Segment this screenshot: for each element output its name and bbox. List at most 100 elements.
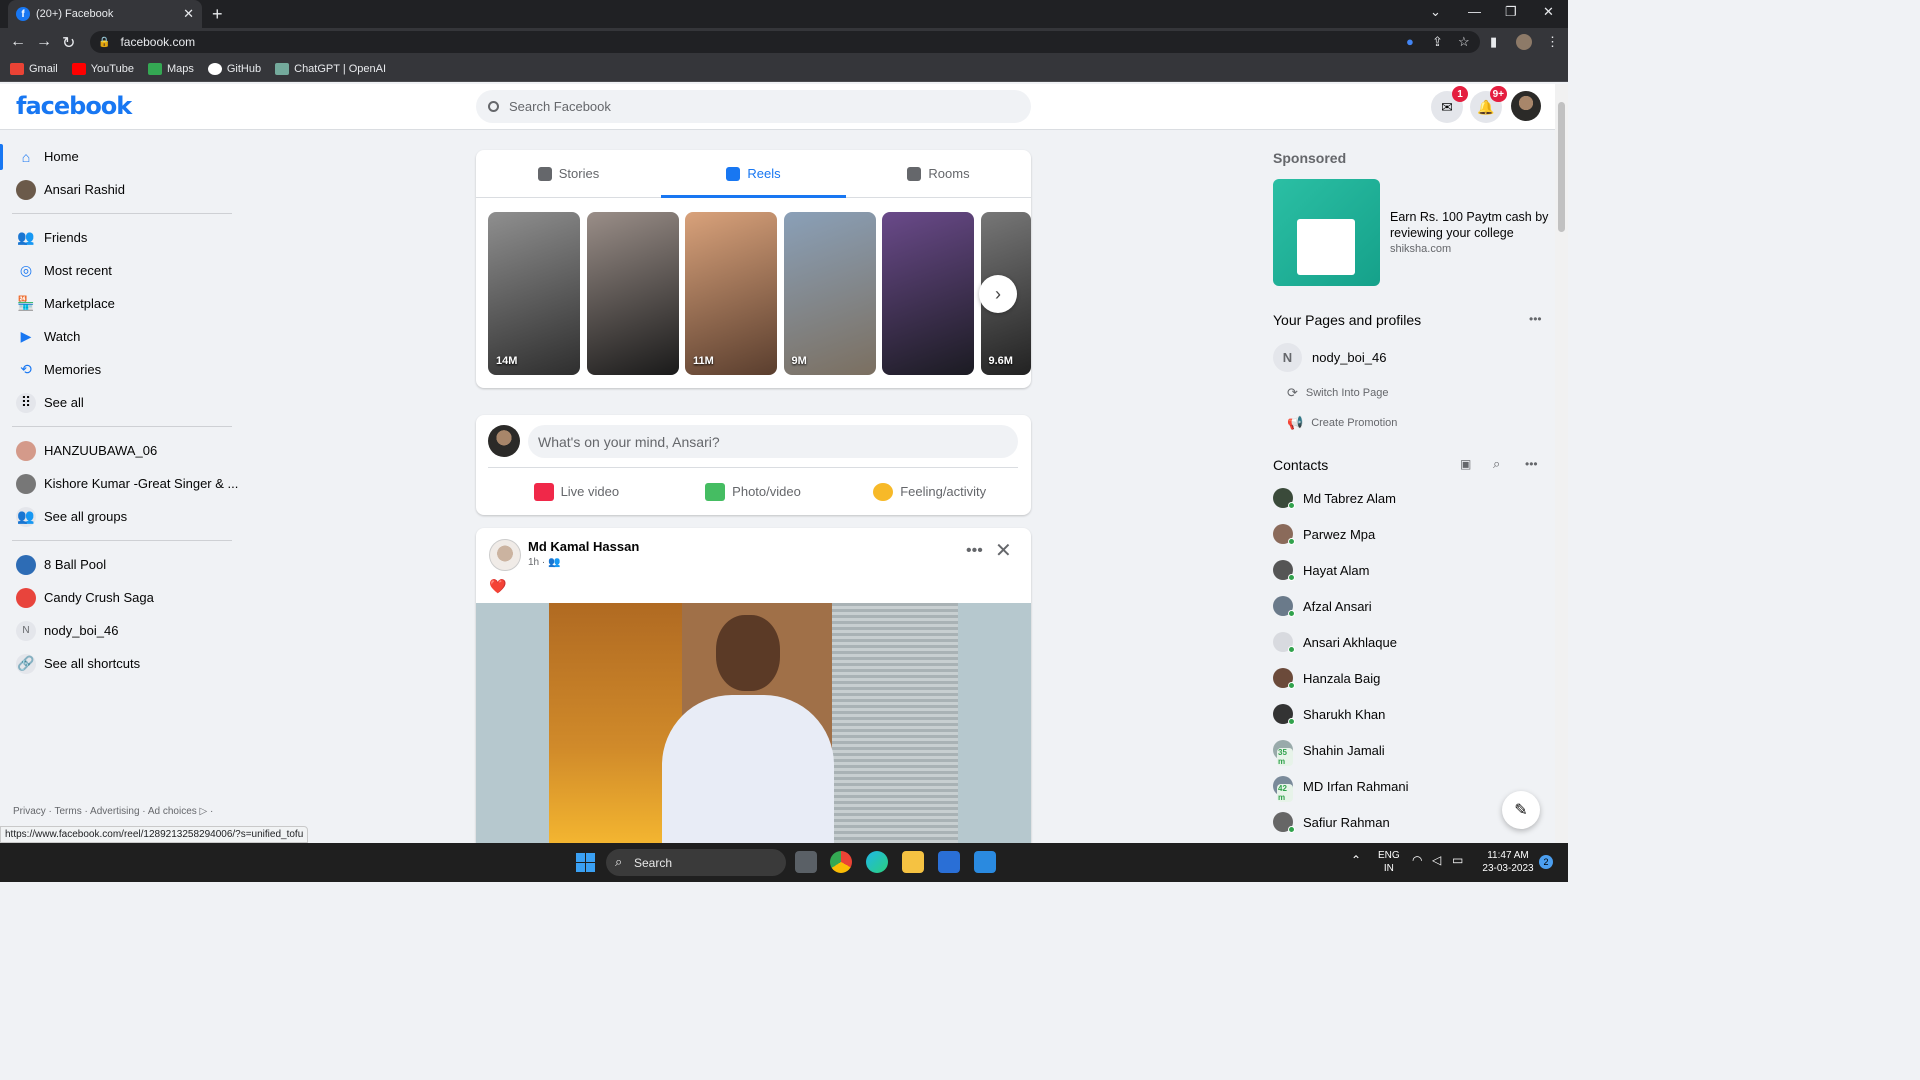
post-author-name[interactable]: Md Kamal Hassan xyxy=(528,539,639,554)
ad-image[interactable] xyxy=(1273,179,1380,286)
create-promotion[interactable]: 📢 Create Promotion xyxy=(1287,415,1397,431)
new-message-button[interactable]: ✎ xyxy=(1502,791,1540,829)
nav-watch[interactable]: ▶ Watch xyxy=(0,320,240,353)
tray-chevron-icon[interactable]: ⌃ xyxy=(1351,854,1361,867)
page-avatar[interactable]: N xyxy=(1273,343,1302,372)
account-avatar[interactable] xyxy=(1511,91,1541,121)
bookmark-maps[interactable]: Maps xyxy=(147,62,194,75)
microsoft-store-icon[interactable] xyxy=(938,851,960,873)
contacts-search-icon[interactable]: ⌕ xyxy=(1493,456,1500,472)
task-view-icon[interactable] xyxy=(795,851,817,873)
link-icon: 🔗 xyxy=(16,653,36,674)
reels-next-button[interactable]: › xyxy=(979,275,1017,313)
contact-item[interactable]: Md Tabrez Alam xyxy=(1273,480,1396,516)
reel-thumbnail[interactable] xyxy=(586,212,679,375)
footer-links[interactable]: Privacy · Terms · Advertising · Ad choic… xyxy=(13,806,213,817)
profile-avatar[interactable] xyxy=(1516,34,1532,50)
post-photo[interactable] xyxy=(476,603,1031,843)
share-icon[interactable]: ⇪ xyxy=(1432,34,1443,50)
nav-profile[interactable]: Ansari Rashid xyxy=(0,173,240,206)
browser-tab[interactable]: f (20+) Facebook ✕ xyxy=(8,0,202,28)
nav-memories[interactable]: ⟲ Memories xyxy=(0,353,240,386)
notifications-button[interactable]: 🔔 9+ xyxy=(1470,86,1507,123)
forward-icon[interactable]: → xyxy=(36,33,52,51)
nav-friends[interactable]: 👥 Friends xyxy=(0,221,240,254)
windows-start-icon[interactable] xyxy=(576,853,595,872)
clock[interactable]: 11:47 AM 23-03-2023 xyxy=(1478,849,1538,875)
post-hide-icon[interactable]: ✕ xyxy=(995,538,1012,563)
reel-thumbnail[interactable] xyxy=(882,212,974,375)
live-video-button[interactable]: Live video xyxy=(488,482,665,501)
google-lens-icon[interactable]: ● xyxy=(1406,34,1414,49)
contact-item[interactable]: Parwez Mpa xyxy=(1273,516,1375,552)
nav-marketplace[interactable]: 🏪 Marketplace xyxy=(0,287,240,320)
contact-item[interactable]: Hanzala Baig xyxy=(1273,660,1380,696)
side-panel-icon[interactable]: ▮ xyxy=(1490,34,1497,50)
restore-icon[interactable]: ❐ xyxy=(1505,4,1517,20)
page-name[interactable]: nody_boi_46 xyxy=(1312,350,1386,365)
post-author-avatar[interactable] xyxy=(489,539,521,571)
tab-search-icon[interactable]: ⌄ xyxy=(1430,4,1441,20)
taskbar-search[interactable]: ⌕ Search xyxy=(606,849,786,876)
see-all-groups[interactable]: 👥 See all groups xyxy=(0,500,240,533)
reel-thumbnail[interactable]: 11M xyxy=(685,212,777,375)
wifi-icon[interactable]: ◠ xyxy=(1412,854,1422,867)
contact-item[interactable]: 35 m Shahin Jamali xyxy=(1273,732,1385,768)
photo-video-button[interactable]: Photo/video xyxy=(665,482,842,501)
page-scrollbar[interactable] xyxy=(1555,84,1568,844)
ad-text[interactable]: Earn Rs. 100 Paytm cash by reviewing you… xyxy=(1390,209,1550,241)
new-tab-icon[interactable]: + xyxy=(212,4,223,25)
bookmark-gmail[interactable]: Gmail xyxy=(10,62,58,75)
contact-item[interactable]: 42 m MD Irfan Rahmani xyxy=(1273,768,1408,804)
bookmark-star-icon[interactable]: ☆ xyxy=(1458,34,1470,50)
volume-icon[interactable]: ◁ xyxy=(1432,854,1441,867)
search-input[interactable]: Search Facebook xyxy=(476,90,1031,123)
facebook-logo[interactable]: facebook xyxy=(16,92,132,120)
contact-item[interactable]: Afzal Ansari xyxy=(1273,588,1372,624)
reel-thumbnail[interactable]: 14M xyxy=(488,212,580,375)
edge-icon[interactable] xyxy=(866,851,888,873)
contact-item[interactable]: Safiur Rahman xyxy=(1273,804,1390,840)
contacts-more-icon[interactable]: ••• xyxy=(1525,457,1538,471)
group-hanzuubawa[interactable]: HANZUUBAWA_06 xyxy=(0,434,240,467)
group-kishore-kumar[interactable]: Kishore Kumar -Great Singer & ... xyxy=(0,467,240,500)
see-all-shortcuts[interactable]: 🔗 See all shortcuts xyxy=(0,647,240,680)
window-close-icon[interactable]: ✕ xyxy=(1543,4,1554,20)
chrome-icon[interactable] xyxy=(830,851,852,873)
tab-stories[interactable]: Stories xyxy=(476,150,661,197)
bookmark-chatgpt[interactable]: ChatGPT | OpenAI xyxy=(275,62,386,75)
battery-icon[interactable]: ▭ xyxy=(1452,854,1463,867)
feeling-activity-button[interactable]: Feeling/activity xyxy=(841,482,1018,501)
contact-item[interactable]: Ansari Akhlaque xyxy=(1273,624,1397,660)
url-field[interactable]: 🔒 facebook.com xyxy=(90,31,1480,53)
tab-reels[interactable]: Reels xyxy=(661,150,846,198)
minimize-icon[interactable]: — xyxy=(1468,4,1481,19)
reload-icon[interactable]: ↻ xyxy=(62,33,75,53)
post-more-options-icon[interactable]: ••• xyxy=(966,542,983,560)
pages-more-icon[interactable]: ••• xyxy=(1529,312,1542,326)
notification-count-badge[interactable]: 2 xyxy=(1539,855,1553,869)
whats-on-your-mind-input[interactable]: What's on your mind, Ansari? xyxy=(528,425,1018,458)
language-indicator[interactable]: ENG IN xyxy=(1378,849,1400,875)
messenger-button[interactable]: ✉ 1 xyxy=(1431,86,1468,123)
shortcut-nody-boi[interactable]: Nnody_boi_46 xyxy=(0,614,240,647)
contact-item[interactable]: Hayat Alam xyxy=(1273,552,1369,588)
reel-thumbnail[interactable]: 9M xyxy=(783,212,876,375)
shortcut-8-ball-pool[interactable]: 8 Ball Pool xyxy=(0,548,240,581)
new-room-icon[interactable]: ▣ xyxy=(1460,457,1471,471)
vscode-icon[interactable] xyxy=(974,851,996,873)
file-explorer-icon[interactable] xyxy=(902,851,924,873)
bookmark-github[interactable]: GitHub xyxy=(207,62,261,75)
contact-item[interactable]: Sharukh Khan xyxy=(1273,696,1385,732)
back-icon[interactable]: ← xyxy=(10,33,26,51)
nav-see-all[interactable]: ⠿ See all xyxy=(0,386,240,419)
switch-into-page[interactable]: ⟳ Switch Into Page xyxy=(1287,385,1388,401)
close-tab-icon[interactable]: ✕ xyxy=(183,6,194,22)
shortcut-candy-crush[interactable]: Candy Crush Saga xyxy=(0,581,240,614)
tab-rooms[interactable]: Rooms xyxy=(846,150,1031,197)
bookmark-youtube[interactable]: YouTube xyxy=(71,62,134,75)
nav-home[interactable]: ⌂ Home xyxy=(0,140,240,173)
chrome-menu-icon[interactable]: ⋮ xyxy=(1546,34,1559,50)
scrollbar-thumb[interactable] xyxy=(1558,102,1565,232)
nav-most-recent[interactable]: ◎ Most recent xyxy=(0,254,240,287)
